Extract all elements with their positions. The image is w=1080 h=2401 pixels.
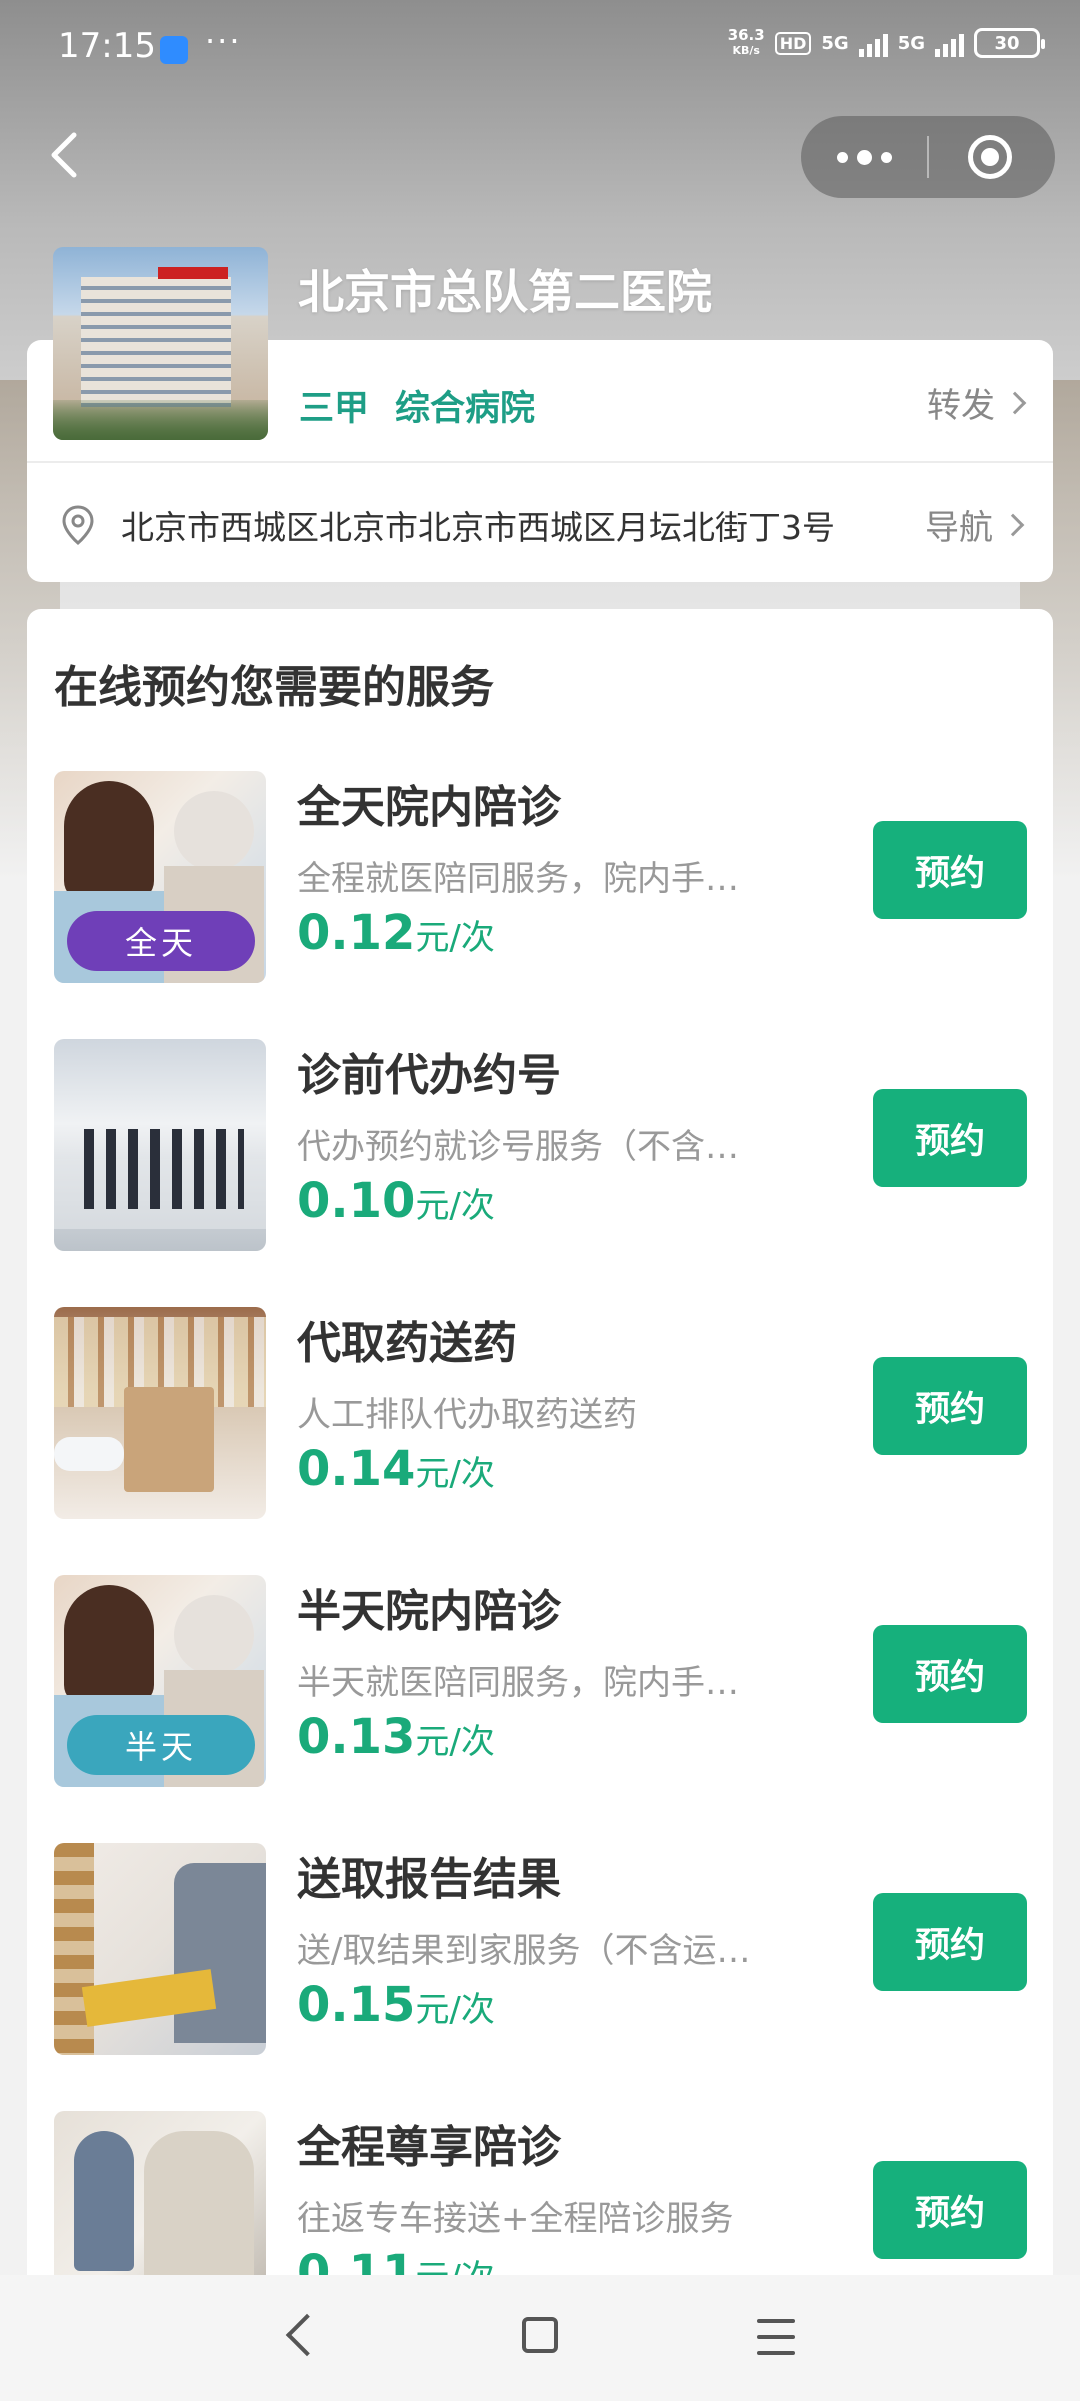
location-pin-icon xyxy=(62,504,94,545)
service-thumbnail xyxy=(54,1843,266,2055)
service-badge: 全天 xyxy=(67,911,255,971)
service-badge: 半天 xyxy=(67,1715,255,1775)
service-thumbnail: 半天 xyxy=(54,1575,266,1787)
close-target-icon[interactable] xyxy=(968,135,1012,179)
chevron-right-icon xyxy=(1003,391,1027,414)
address-row[interactable]: 北京市西城区北京市北京市西城区月坛北街丁3号 导航 xyxy=(61,500,1025,549)
system-nav-bar xyxy=(0,2275,1080,2401)
service-price: 0.12 元/次 xyxy=(297,905,495,961)
service-price: 0.10 元/次 xyxy=(297,1173,495,1229)
service-name: 代取药送药 xyxy=(297,1318,517,1369)
system-back-icon[interactable] xyxy=(285,2313,329,2357)
book-button[interactable]: 预约 xyxy=(873,821,1027,919)
service-name: 全天院内陪诊 xyxy=(297,782,561,833)
system-menu-icon[interactable] xyxy=(757,2319,795,2355)
service-thumbnail: 全天 xyxy=(54,771,266,983)
book-button[interactable]: 预约 xyxy=(873,1625,1027,1723)
status-indicators: 36.3 KB/s HD 5G 5G 30 xyxy=(727,26,1045,58)
hospital-address: 北京市西城区北京市北京市西城区月坛北街丁3号 xyxy=(121,507,835,547)
service-description: 送/取结果到家服务（不含运… xyxy=(297,1931,751,1971)
notification-app-icon xyxy=(160,36,188,64)
service-price: 0.14 元/次 xyxy=(297,1441,495,1497)
service-name: 诊前代办约号 xyxy=(297,1050,561,1101)
service-thumbnail xyxy=(54,1039,266,1251)
hospital-category: 综合病院 xyxy=(395,389,536,429)
chevron-left-icon xyxy=(51,132,77,178)
signal-5g-label-2: 5G xyxy=(897,32,925,54)
signal-icon-2 xyxy=(935,29,964,57)
forward-button[interactable]: 转发 xyxy=(927,378,1027,427)
service-price: 0.15 元/次 xyxy=(297,1977,495,2033)
forward-label: 转发 xyxy=(927,386,995,426)
back-button[interactable] xyxy=(40,125,90,185)
book-button[interactable]: 预约 xyxy=(873,1893,1027,1991)
service-thumbnail xyxy=(54,1307,266,1519)
service-description: 往返专车接送+全程陪诊服务 xyxy=(297,2199,734,2239)
hospital-grade: 三甲 xyxy=(299,389,370,429)
service-item[interactable]: 代取药送药 人工排队代办取药送药 0.14 元/次 预约 xyxy=(27,1307,1053,1575)
service-item[interactable]: 诊前代办约号 代办预约就诊号服务（不含… 0.10 元/次 预约 xyxy=(27,1039,1053,1307)
book-button[interactable]: 预约 xyxy=(873,2161,1027,2259)
hospital-name: 北京市总队第二医院 xyxy=(298,265,712,319)
service-description: 代办预约就诊号服务（不含… xyxy=(297,1127,739,1167)
battery-icon: 30 xyxy=(974,28,1045,58)
network-speed: 36.3 KB/s xyxy=(727,26,765,58)
capsule-divider xyxy=(927,136,929,178)
miniprogram-capsule xyxy=(801,116,1055,198)
signal-5g-label-1: 5G xyxy=(821,32,849,54)
book-button[interactable]: 预约 xyxy=(873,1089,1027,1187)
system-home-icon[interactable] xyxy=(522,2317,558,2353)
hospital-tags: 三甲 综合病院 xyxy=(299,380,535,431)
navigate-button[interactable]: 导航 xyxy=(925,500,1025,549)
service-price: 0.13 元/次 xyxy=(297,1709,495,1765)
service-description: 半天就医陪同服务，院内手… xyxy=(297,1663,739,1703)
service-name: 全程尊享陪诊 xyxy=(297,2122,561,2173)
service-name: 半天院内陪诊 xyxy=(297,1586,561,1637)
signal-icon-1 xyxy=(858,29,888,57)
more-dots-icon xyxy=(836,151,848,163)
service-description: 全程就医陪同服务，院内手… xyxy=(297,859,739,899)
book-button[interactable]: 预约 xyxy=(873,1357,1027,1455)
services-title: 在线预约您需要的服务 xyxy=(54,662,494,713)
service-item[interactable]: 全天 全天院内陪诊 全程就医陪同服务，院内手… 0.12 元/次 预约 xyxy=(27,771,1053,1039)
more-notifications-icon: ··· xyxy=(205,22,242,60)
divider xyxy=(27,461,1053,463)
chevron-right-icon xyxy=(1001,513,1025,536)
hospital-photo xyxy=(53,247,268,440)
navigate-label: 导航 xyxy=(925,508,993,548)
status-time: 17:15 xyxy=(58,26,156,66)
status-bar: 17:15 ··· 36.3 KB/s HD 5G 5G 30 xyxy=(0,0,1080,96)
service-item[interactable]: 半天 半天院内陪诊 半天就医陪同服务，院内手… 0.13 元/次 预约 xyxy=(27,1575,1053,1843)
service-item[interactable]: 送取报告结果 送/取结果到家服务（不含运… 0.15 元/次 预约 xyxy=(27,1843,1053,2111)
service-name: 送取报告结果 xyxy=(297,1854,561,1905)
services-card: 在线预约您需要的服务 全天 全天院内陪诊 全程就医陪同服务，院内手… 0.12 元… xyxy=(27,609,1053,2401)
more-button[interactable] xyxy=(801,116,927,198)
service-description: 人工排队代办取药送药 xyxy=(297,1395,637,1435)
hd-icon: HD xyxy=(774,31,812,55)
